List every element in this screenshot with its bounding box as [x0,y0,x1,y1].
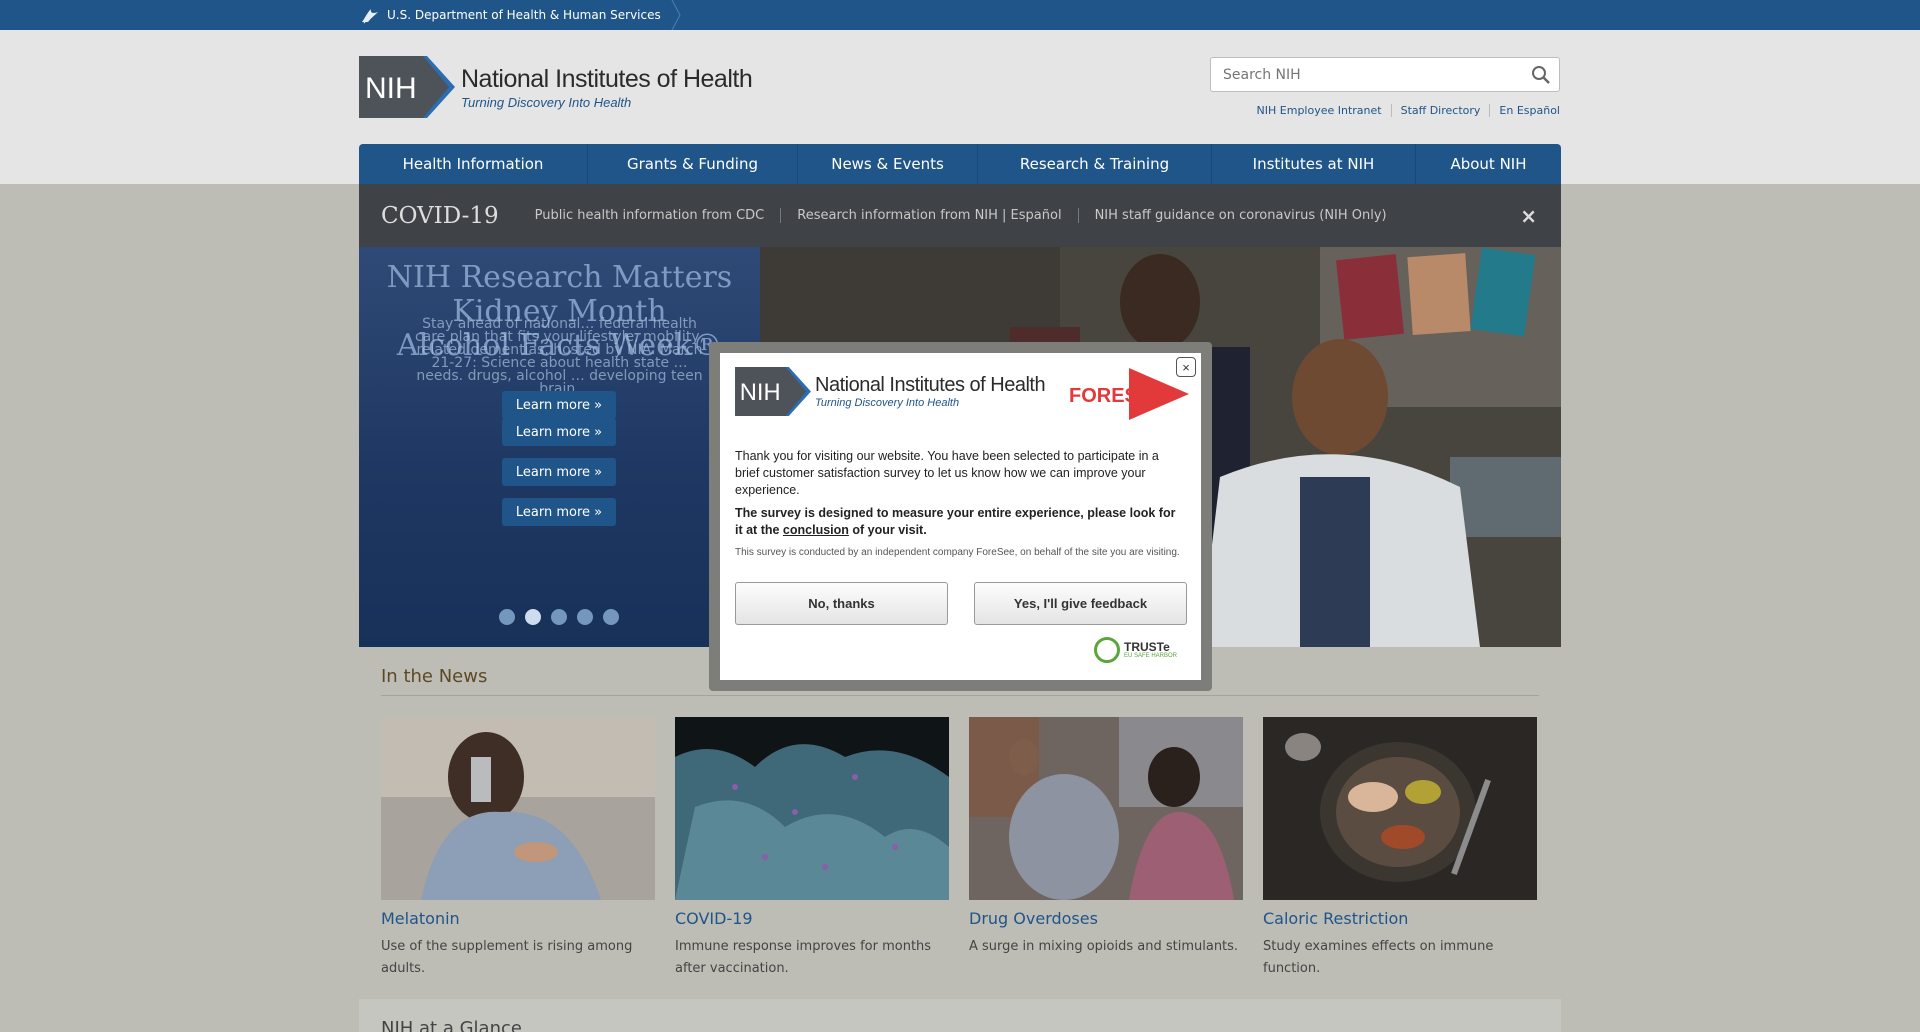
nav-grants-funding[interactable]: Grants & Funding [588,144,798,184]
foresee-wordmark: FORESEE [1069,385,1165,407]
hero-heading: NIH Research Matters [386,260,733,295]
espanol-link[interactable]: En Español [1489,104,1560,117]
hero-body: Stay ahead of national… federal health c… [414,316,705,397]
nih-at-a-glance: NIH at a Glance [359,999,1561,1032]
covid-image[interactable] [675,717,949,900]
survey-disclaimer: This survey is conducted by an independe… [735,547,1180,558]
logo-tagline: Turning Discovery Into Health [461,94,632,110]
news-card[interactable]: Drug Overdoses A surge in mixing opioids… [969,717,1243,958]
card-title[interactable]: Melatonin [381,909,655,928]
search-icon[interactable] [1531,65,1551,85]
give-feedback-button[interactable]: Yes, I'll give feedback [974,582,1187,625]
truste-badge[interactable]: TRUSTe EU SAFE HARBOR [1094,636,1186,664]
modal-logo-tagline: Turning Discovery Into Health [815,397,960,409]
nav-news-events[interactable]: News & Events [798,144,978,184]
logo-title: National Institutes of Health [461,64,753,93]
carousel-dot[interactable] [603,609,619,625]
card-desc: A surge in mixing opioids and stimulants… [969,939,1239,954]
carousel-dot[interactable] [499,609,515,625]
hhs-bar: U.S. Department of Health & Human Servic… [0,0,1920,30]
news-card[interactable]: Caloric Restriction Study examines effec… [1263,717,1537,980]
modal-logo-title: National Institutes of Health [815,374,1046,396]
news-heading: In the News [381,666,488,687]
conclusion-link[interactable]: conclusion [783,523,849,537]
card-title[interactable]: Caloric Restriction [1263,909,1537,928]
site-header: NIH National Institutes of Health Turnin… [0,30,1920,184]
covid-title: COVID-19 [381,202,499,229]
learn-more-button[interactable]: Learn more » [502,391,616,419]
covid-cdc-link[interactable]: Public health information from CDC [519,208,781,223]
carousel-dots [499,609,619,625]
close-icon[interactable]: × [1520,204,1537,228]
nih-logo-mark: NIH [735,367,811,416]
melatonin-image[interactable] [381,717,655,900]
carousel-dot[interactable] [551,609,567,625]
truste-sub: EU SAFE HARBOR [1124,653,1178,659]
search-input[interactable] [1211,58,1511,91]
truste-name: TRUSTe [1124,640,1170,654]
chevron-right-icon [671,0,681,30]
news-card[interactable]: Melatonin Use of the supplement is risin… [381,717,655,980]
modal-logo-abbr: NIH [740,380,781,406]
search-box [1210,57,1560,92]
foresee-logo: FORESEE [1069,368,1189,420]
nav-institutes[interactable]: Institutes at NIH [1212,144,1416,184]
learn-more-button[interactable]: Learn more » [502,458,616,486]
drug-overdoses-image[interactable] [969,717,1243,900]
nav-about-nih[interactable]: About NIH [1416,144,1561,184]
news-card[interactable]: COVID-19 Immune response improves for mo… [675,717,949,980]
in-the-news: In the News Melatonin Use of the supplem… [359,647,1561,999]
nav-health-information[interactable]: Health Information [359,144,588,184]
hhs-link[interactable]: U.S. Department of Health & Human Servic… [359,0,681,30]
glance-heading: NIH at a Glance [381,1018,522,1032]
card-desc: Immune response improves for months afte… [675,939,932,976]
covid-research-link[interactable]: Research information from NIH | Español [780,208,1077,223]
covid-banner: COVID-19 Public health information from … [359,184,1561,247]
survey-modal: × NIH National Institutes of Health Turn… [720,353,1201,680]
utility-links: NIH Employee Intranet Staff Directory En… [1248,104,1560,117]
hhs-eagle-icon [362,9,378,24]
survey-measure: The survey is designed to measure your e… [735,506,1176,537]
carousel-dot[interactable] [525,609,541,625]
employee-intranet-link[interactable]: NIH Employee Intranet [1248,104,1391,117]
learn-more-button[interactable]: Learn more » [502,498,616,526]
carousel-dot[interactable] [577,609,593,625]
staff-directory-link[interactable]: Staff Directory [1390,104,1490,117]
card-title[interactable]: COVID-19 [675,909,949,928]
survey-intro: Thank you for visiting our website. You … [735,449,1159,497]
card-desc: Use of the supplement is rising among ad… [381,939,633,976]
main-nav: Health Information Grants & Funding News… [359,144,1561,184]
hhs-label: U.S. Department of Health & Human Servic… [387,8,661,22]
nih-logo-mark: NIH [359,56,455,118]
divider [381,695,1539,696]
card-title[interactable]: Drug Overdoses [969,909,1243,928]
covid-staff-link[interactable]: NIH staff guidance on coronavirus (NIH O… [1077,208,1403,223]
caloric-restriction-image[interactable] [1263,717,1537,900]
truste-seal-icon [1094,637,1120,663]
hero-text-panel: NIH Research Matters Kidney Month Alcoho… [359,247,760,647]
nih-logo[interactable]: NIH National Institutes of Health Turnin… [359,56,753,118]
learn-more-button[interactable]: Learn more » [502,418,616,446]
no-thanks-button[interactable]: No, thanks [735,582,948,625]
modal-nih-logo: NIH National Institutes of Health Turnin… [735,367,1046,416]
nav-research-training[interactable]: Research & Training [978,144,1212,184]
card-desc: Study examines effects on immune functio… [1263,939,1494,976]
nih-logo-abbr: NIH [365,72,417,105]
